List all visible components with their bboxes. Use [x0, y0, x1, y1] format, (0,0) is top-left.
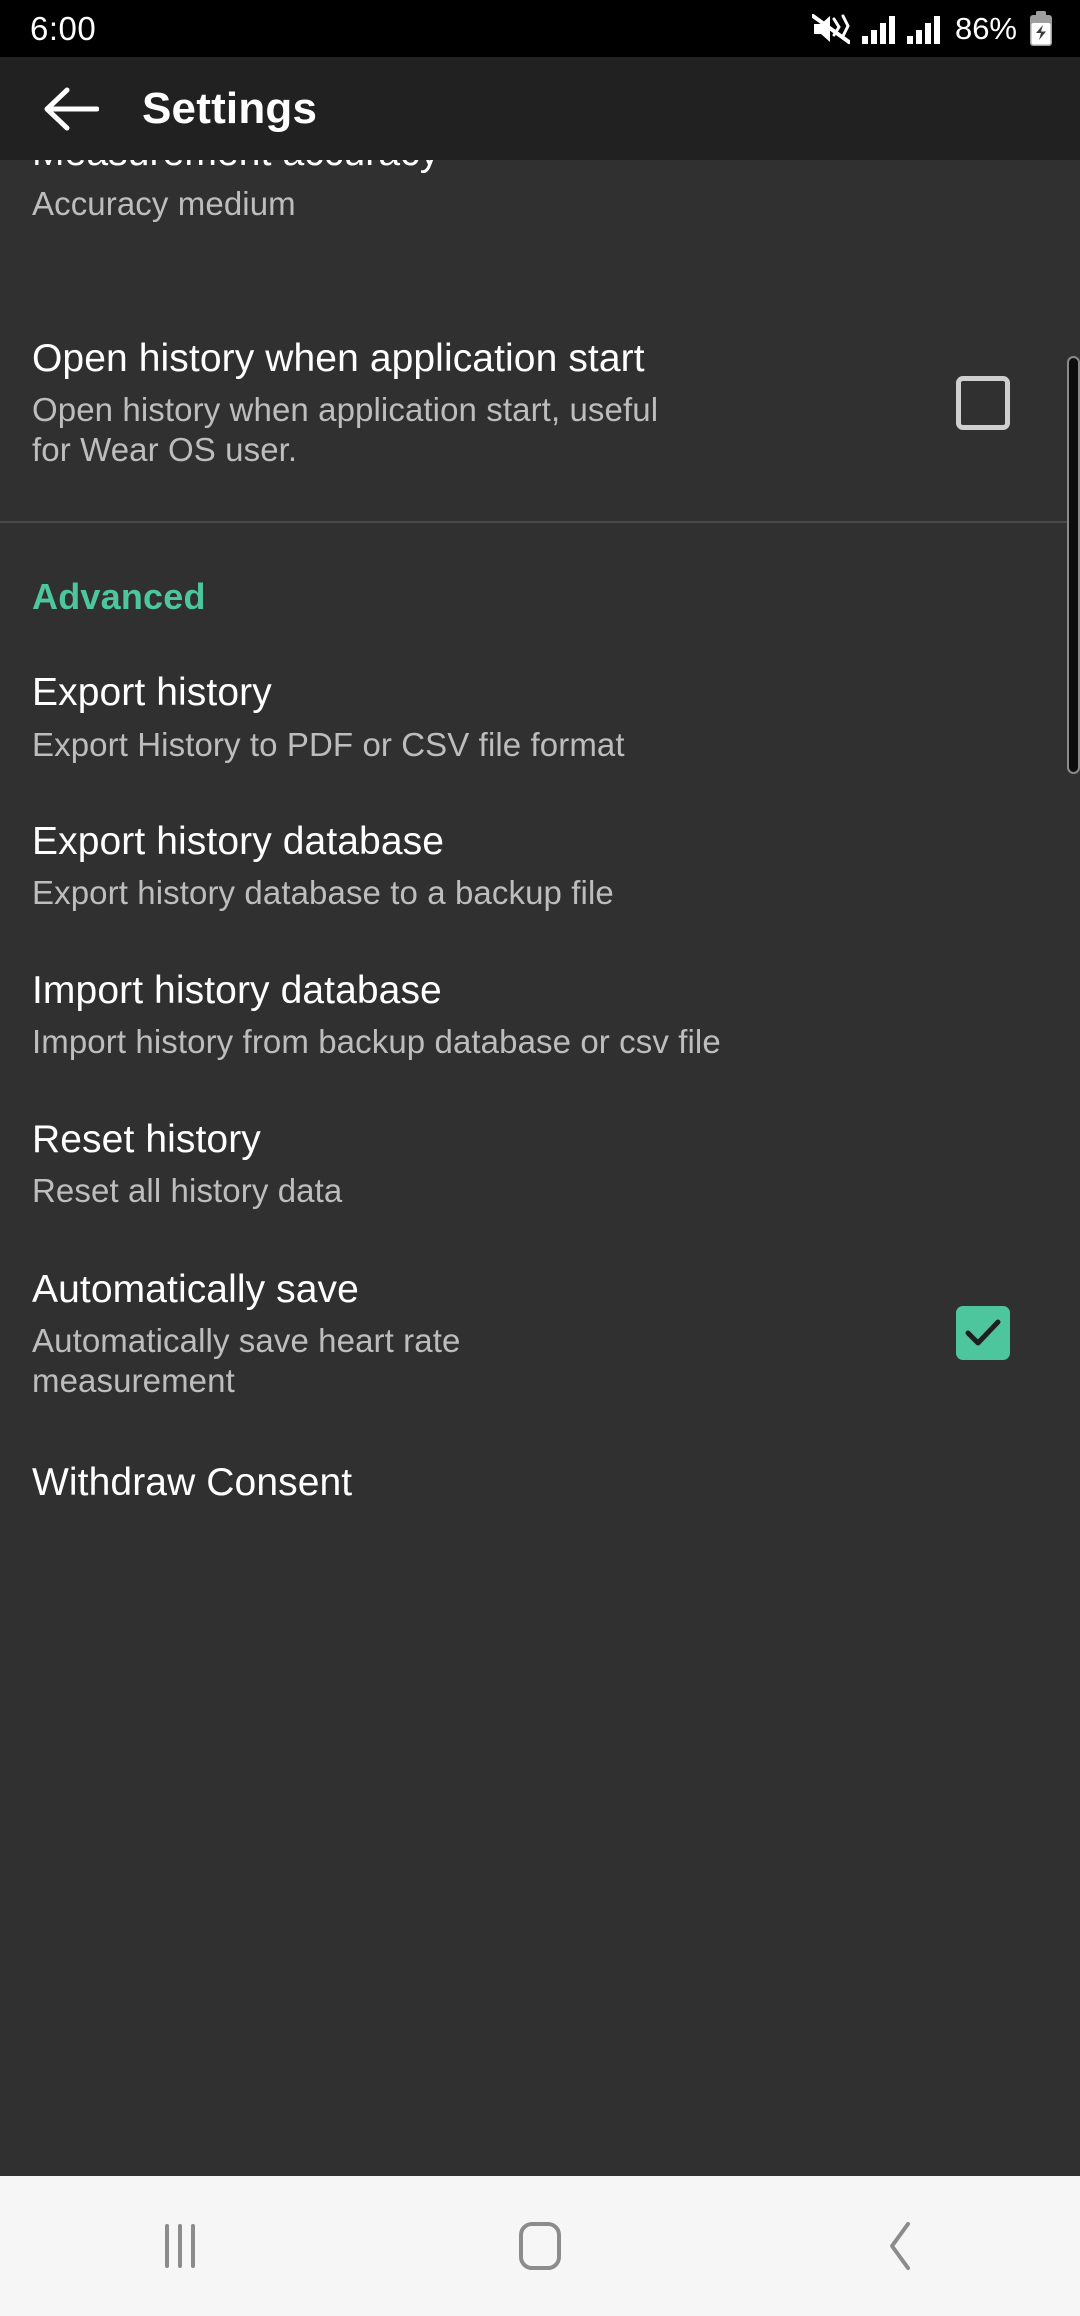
system-navigation-bar — [0, 2176, 1080, 2316]
pref-title: Measurement accuracy — [32, 160, 1048, 175]
pref-title: Automatically save — [32, 1267, 359, 1311]
pref-measurement-accuracy[interactable]: Measurement accuracy Accuracy medium — [0, 160, 1080, 270]
pref-summary: Export History to PDF or CSV file format — [32, 725, 625, 763]
status-clock: 6:00 — [30, 10, 97, 47]
pref-summary: Accuracy medium — [32, 185, 296, 223]
checkmark-icon — [965, 1319, 1001, 1347]
pref-summary: Automatically save heart rate measuremen… — [32, 1321, 461, 1399]
nav-home-button[interactable] — [450, 2176, 630, 2316]
pref-title: Export history — [32, 671, 272, 715]
phone-screen: 6:00 86% Settings Accuracy medium Open h… — [0, 0, 1080, 2316]
pref-export-history-database[interactable]: Export history database Export history d… — [0, 764, 1080, 913]
checkbox-automatically-save[interactable] — [956, 1306, 1010, 1361]
pref-automatically-save[interactable]: Automatically save Automatically save he… — [0, 1211, 1080, 1400]
pref-title: Withdraw Consent — [32, 1461, 353, 1505]
pref-export-history[interactable]: Export history Export History to PDF or … — [0, 618, 1080, 764]
battery-percent-label: 86% — [954, 11, 1017, 46]
pref-import-history-database[interactable]: Import history database Import history f… — [0, 913, 1080, 1062]
status-icon-group: 86% — [811, 10, 1054, 47]
pref-title: Import history database — [32, 969, 442, 1013]
checkbox-open-history-on-start[interactable] — [956, 375, 1010, 430]
status-bar: 6:00 86% — [0, 0, 1080, 57]
pref-title: Export history database — [32, 820, 445, 864]
pref-open-history-on-start[interactable]: Open history when application start Open… — [0, 270, 1080, 521]
nav-recents-button[interactable] — [90, 2176, 270, 2316]
home-icon — [519, 2222, 561, 2270]
settings-scroll-list[interactable]: Measurement accuracy Accuracy medium Ope… — [0, 160, 1080, 2176]
battery-charging-icon — [1028, 10, 1054, 47]
pref-summary: Import history from backup database or c… — [32, 1023, 721, 1061]
signal-bars-icon — [906, 14, 940, 44]
pref-title: Open history when application start — [32, 337, 645, 380]
pref-summary: Reset all history data — [32, 1172, 343, 1210]
pref-summary: Export history database to a backup file — [32, 874, 614, 912]
recents-icon — [165, 2224, 195, 2268]
section-header-advanced: Advanced — [32, 576, 206, 618]
page-title: Settings — [142, 83, 318, 133]
nav-back-button[interactable] — [810, 2176, 990, 2316]
app-bar: Settings — [0, 57, 1080, 160]
pref-title: Reset history — [32, 1117, 261, 1161]
pref-withdraw-consent[interactable]: Withdraw Consent — [0, 1400, 1080, 1505]
back-icon — [885, 2221, 915, 2271]
back-arrow-icon[interactable] — [40, 78, 102, 140]
pref-summary: Open history when application start, use… — [32, 391, 659, 468]
signal-bars-icon — [861, 14, 895, 44]
mute-icon — [811, 13, 850, 45]
pref-reset-history[interactable]: Reset history Reset all history data — [0, 1062, 1080, 1211]
